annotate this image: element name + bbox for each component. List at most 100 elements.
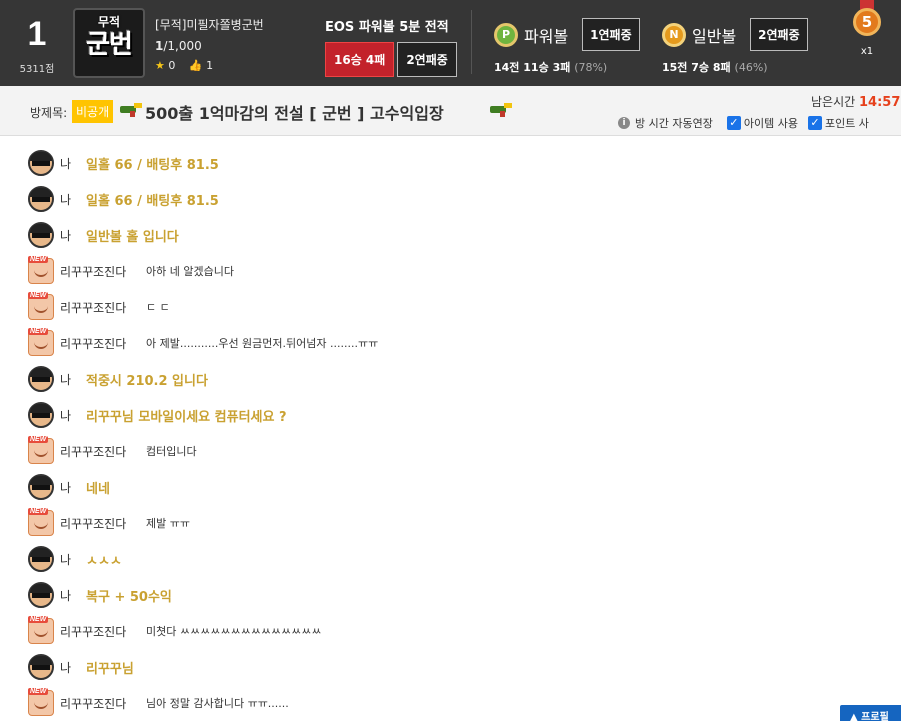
chat-message: 나 복구 + 50수익 bbox=[28, 582, 888, 608]
chat-text: 일반볼 홀 입니다 bbox=[86, 229, 179, 245]
my-avatar-icon[interactable] bbox=[28, 654, 54, 680]
chat-text: 일홀 66 / 배팅후 81.5 bbox=[86, 157, 219, 173]
normalball-games: 15전 bbox=[662, 61, 688, 74]
chat-message: 나 네네 bbox=[28, 474, 888, 500]
chat-nickname[interactable]: 리꾸꾸조진다 bbox=[60, 443, 146, 460]
chat-text: 제발 ㅠㅠ bbox=[146, 517, 190, 530]
my-avatar-icon[interactable] bbox=[28, 582, 54, 608]
chat-nickname[interactable]: 나 bbox=[60, 587, 80, 604]
powerball-pct: (78%) bbox=[574, 61, 608, 74]
chat-log[interactable]: 나 일홀 66 / 배팅후 81.5 나 일홀 66 / 배팅후 81.5 나 일반볼 홀… bbox=[0, 137, 901, 721]
chat-nickname[interactable]: 리꾸꾸조진다 bbox=[60, 515, 146, 532]
rank-number: 1 bbox=[27, 15, 47, 53]
chat-text: 아 제발...........우선 원금먼저.뒤어넘자 ........ㅠㅠ bbox=[146, 337, 379, 350]
info-icon[interactable]: i bbox=[618, 117, 630, 129]
normalball-label: 일반볼 bbox=[692, 26, 737, 46]
chat-nickname[interactable]: 나 bbox=[60, 407, 80, 424]
user-name[interactable]: [무적]미필자쫄병군번 bbox=[155, 16, 264, 33]
chat-text: 적중시 210.2 입니다 bbox=[86, 373, 208, 389]
chat-text: 리꾸꾸님 bbox=[86, 661, 134, 677]
chat-text: 미쳣다 ㅆㅆㅆㅆㅆㅆㅆㅆㅆㅆㅆㅆㅆㅆ bbox=[146, 625, 322, 638]
user-stats: ★ 0 👍 1 bbox=[155, 59, 264, 72]
chat-nickname[interactable]: 리꾸꾸조진다 bbox=[60, 623, 146, 640]
chat-text: 컴터입니다 bbox=[146, 445, 197, 458]
chat-message: NEW 리꾸꾸조진다 ㄷ ㄷ bbox=[28, 292, 888, 320]
user-level: 1/1,000 bbox=[155, 39, 264, 53]
chat-text: 아하 네 알겠습니다 bbox=[146, 265, 234, 278]
medal-coin-icon: 5 bbox=[853, 8, 881, 36]
chat-message: 나 일홀 66 / 배팅후 81.5 bbox=[28, 186, 888, 212]
my-avatar-icon[interactable] bbox=[28, 150, 54, 176]
chat-message: NEW 리꾸꾸조진다 컴터입니다 bbox=[28, 436, 888, 464]
room-title: 500출 1억마감의 전설 [ 군번 ] 고수익입장 bbox=[145, 104, 444, 123]
chat-nickname[interactable]: 리꾸꾸조진다 bbox=[60, 263, 146, 280]
chat-message: 나 ㅅㅅㅅ bbox=[28, 546, 888, 572]
powerball-streak: 1연패중 bbox=[582, 18, 640, 51]
thumbs-up-icon: 👍 bbox=[188, 59, 203, 72]
auto-extend-label: 방 시간 자동연장 bbox=[635, 117, 713, 130]
chat-message: 나 일반볼 홀 입니다 bbox=[28, 222, 888, 248]
new-user-avatar-icon[interactable]: NEW bbox=[28, 328, 54, 356]
rank-block: 1 5311점 bbox=[14, 14, 60, 75]
chat-message: NEW 리꾸꾸조진다 제발 ㅠㅠ bbox=[28, 508, 888, 536]
chat-nickname[interactable]: 나 bbox=[60, 191, 80, 208]
water-gun-icon bbox=[490, 103, 512, 117]
chat-nickname[interactable]: 리꾸꾸조진다 bbox=[60, 335, 146, 352]
normalball-wins: 7승 bbox=[691, 61, 710, 74]
powerball-losses: 3패 bbox=[552, 61, 571, 74]
level-total: /1,000 bbox=[163, 39, 202, 53]
record-win-loss-badge: 16승 4패 bbox=[325, 42, 395, 77]
powerball-summary: 14전 11승 3패 (78%) bbox=[494, 59, 640, 75]
chat-nickname[interactable]: 나 bbox=[60, 479, 80, 496]
chat-message: NEW 리꾸꾸조진다 아하 네 알겠습니다 bbox=[28, 256, 888, 284]
top-header: 1 5311점 무적 군번 [무적]미필자쫄병군번 1/1,000 ★ 0 👍 … bbox=[0, 0, 901, 86]
chat-text: ㄷ ㄷ bbox=[146, 301, 170, 314]
chat-nickname[interactable]: 리꾸꾸조진다 bbox=[60, 695, 146, 712]
chat-message: NEW 리꾸꾸조진다 미쳣다 ㅆㅆㅆㅆㅆㅆㅆㅆㅆㅆㅆㅆㅆㅆ bbox=[28, 616, 888, 644]
chat-nickname[interactable]: 나 bbox=[60, 659, 80, 676]
chat-message: NEW 리꾸꾸조진다 님아 정말 감사합니다 ㅠㅠ...... bbox=[28, 688, 888, 716]
chat-message: NEW 리꾸꾸조진다 아 제발...........우선 원금먼저.뒤어넘자 ...… bbox=[28, 328, 888, 356]
time-remaining: 남은시간 14:57: bbox=[811, 93, 901, 110]
chat-nickname[interactable]: 리꾸꾸조진다 bbox=[60, 299, 146, 316]
powerball-wins: 11승 bbox=[523, 61, 549, 74]
item-use-checkbox[interactable]: ✓ bbox=[726, 116, 741, 130]
my-avatar-icon[interactable] bbox=[28, 222, 54, 248]
chat-message: 나 적중시 210.2 입니다 bbox=[28, 366, 888, 392]
medal-count: x1 bbox=[860, 46, 874, 57]
my-avatar-icon[interactable] bbox=[28, 546, 54, 572]
user-logo[interactable]: 무적 군번 bbox=[73, 8, 145, 78]
new-user-avatar-icon[interactable]: NEW bbox=[28, 256, 54, 284]
powerball-games: 14전 bbox=[494, 61, 520, 74]
powerball-label: 파워볼 bbox=[524, 26, 569, 46]
my-avatar-icon[interactable] bbox=[28, 402, 54, 428]
my-avatar-icon[interactable] bbox=[28, 186, 54, 212]
chat-text: 님아 정말 감사합니다 ㅠㅠ...... bbox=[146, 697, 289, 710]
new-user-avatar-icon[interactable]: NEW bbox=[28, 508, 54, 536]
room-title-label: 방제목: bbox=[30, 106, 68, 120]
chat-message: 나 리꾸꾸님 모바일이세요 컴퓨터세요 ? bbox=[28, 402, 888, 428]
normalball-losses: 8패 bbox=[712, 61, 731, 74]
chat-nickname[interactable]: 나 bbox=[60, 227, 80, 244]
point-use-checkbox[interactable]: ✓ bbox=[807, 116, 822, 130]
chat-message: 나 리꾸꾸님 bbox=[28, 654, 888, 680]
new-user-avatar-icon[interactable]: NEW bbox=[28, 616, 54, 644]
chat-nickname[interactable]: 나 bbox=[60, 551, 80, 568]
eos-record: EOS 파워볼 5분 전적 16승 4패 2연패중 bbox=[325, 16, 457, 77]
new-user-avatar-icon[interactable]: NEW bbox=[28, 436, 54, 464]
profile-button[interactable]: ▲ 프로필 bbox=[840, 705, 901, 721]
chat-text: 네네 bbox=[86, 481, 110, 497]
rank-points: 5311점 bbox=[19, 64, 55, 75]
chat-message: 나 일홀 66 / 배팅후 81.5 bbox=[28, 150, 888, 176]
star-icon: ★ bbox=[155, 59, 165, 72]
chat-nickname[interactable]: 나 bbox=[60, 155, 80, 172]
normalball-summary: 15전 7승 8패 (46%) bbox=[662, 59, 808, 75]
logo-top-text: 무적 bbox=[97, 15, 121, 29]
new-user-avatar-icon[interactable]: NEW bbox=[28, 688, 54, 716]
my-avatar-icon[interactable] bbox=[28, 366, 54, 392]
chat-text: 일홀 66 / 배팅후 81.5 bbox=[86, 193, 219, 209]
my-avatar-icon[interactable] bbox=[28, 474, 54, 500]
medal[interactable]: 5 x1 bbox=[850, 0, 884, 57]
chat-nickname[interactable]: 나 bbox=[60, 371, 80, 388]
new-user-avatar-icon[interactable]: NEW bbox=[28, 292, 54, 320]
